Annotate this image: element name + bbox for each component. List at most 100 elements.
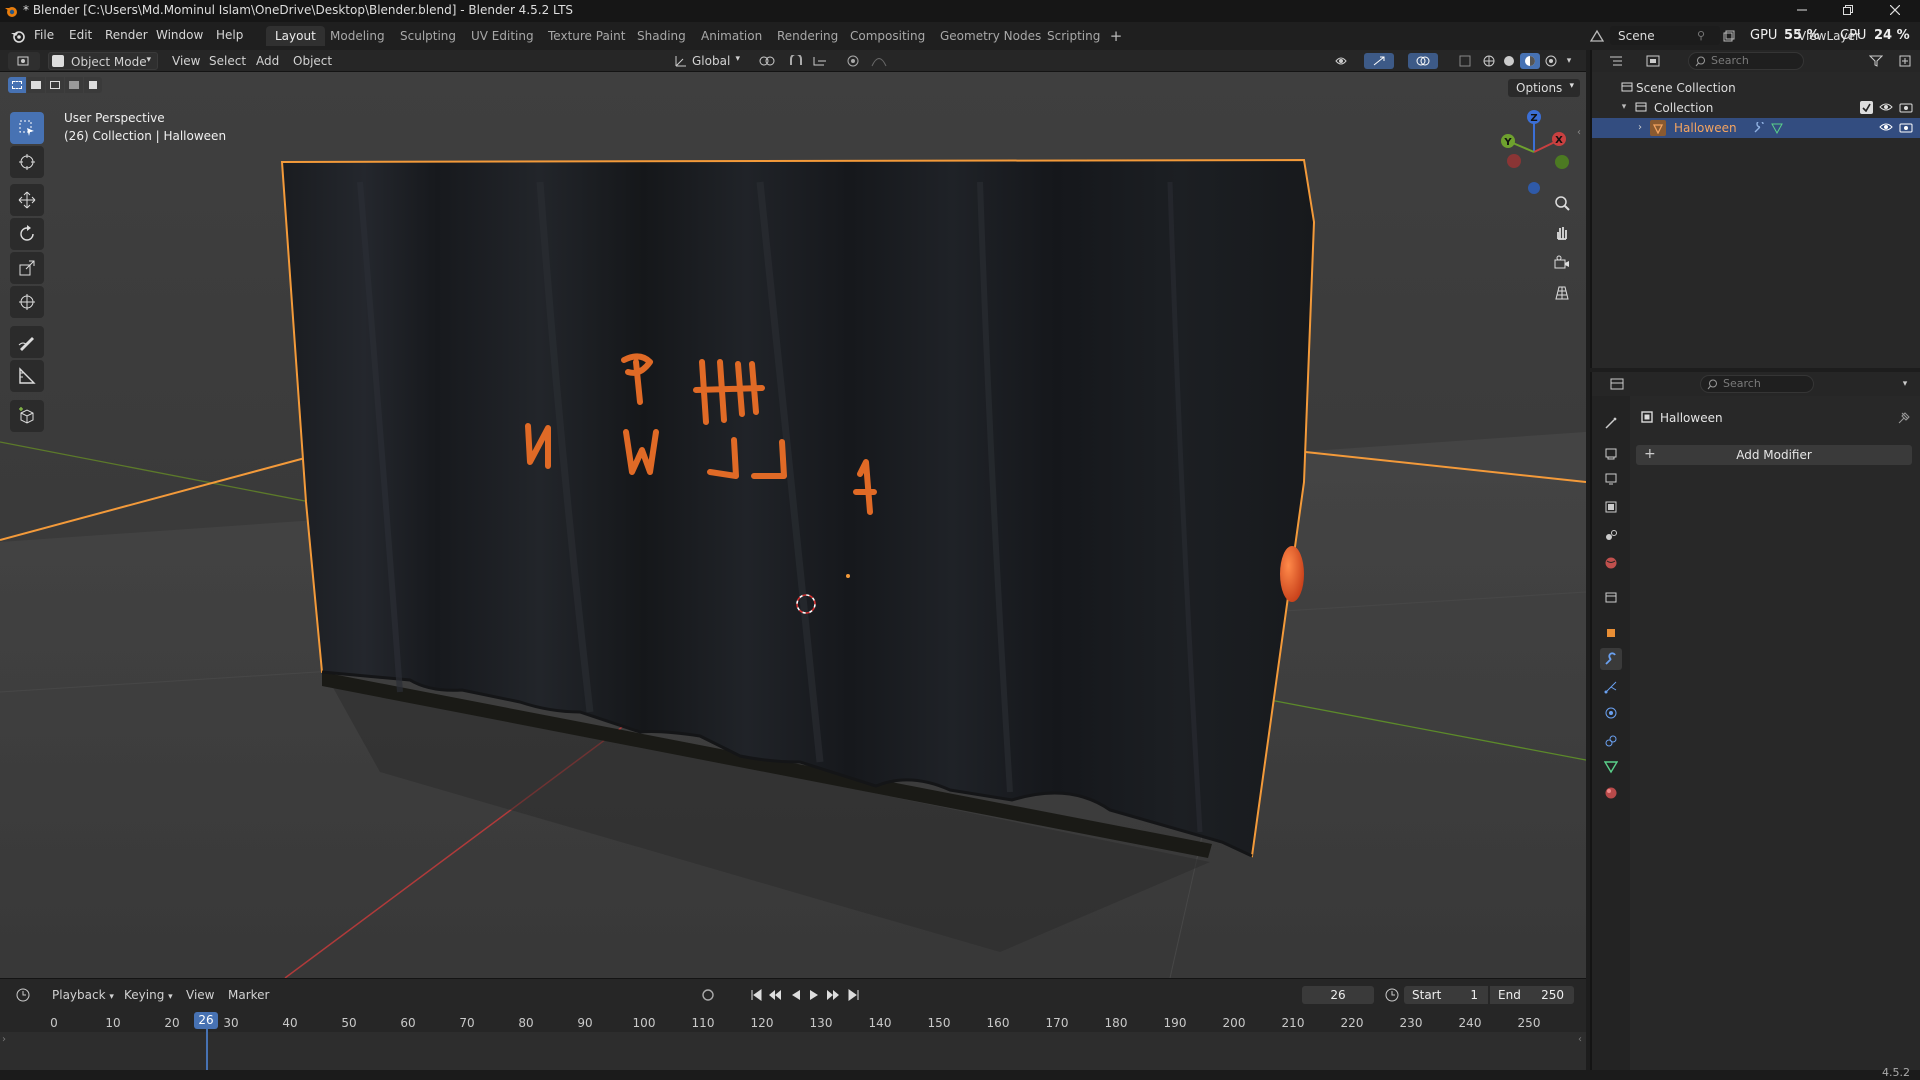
tab-sculpting[interactable]: Sculpting (391, 26, 465, 46)
new-collection-icon[interactable] (1896, 53, 1914, 69)
tab-texture-paint[interactable]: Texture Paint (539, 26, 634, 46)
tab-animation[interactable]: Animation (692, 26, 771, 46)
eye-icon[interactable] (1878, 100, 1894, 114)
preview-range-icon[interactable] (1384, 987, 1400, 1003)
tab-compositing[interactable]: Compositing (841, 26, 934, 46)
minimize-icon[interactable] (1788, 0, 1816, 20)
particles-tab-icon[interactable] (1600, 676, 1622, 698)
modifier-wrench-icon[interactable] (1752, 121, 1766, 135)
start-frame-field[interactable]: Start 1 (1404, 986, 1488, 1004)
menu-marker[interactable]: Marker (222, 986, 275, 1004)
editor-type-icon[interactable] (8, 52, 40, 70)
annotate-tool[interactable] (10, 326, 44, 358)
physics-tab-icon[interactable] (1600, 702, 1622, 724)
timeline-collapse-left-icon[interactable]: › (0, 1032, 8, 1046)
add-workspace-icon[interactable]: + (1108, 27, 1124, 45)
camera-view-icon[interactable] (1549, 250, 1575, 276)
rotate-tool[interactable] (10, 218, 44, 250)
options-dropdown[interactable]: Options ▾ (1508, 79, 1580, 97)
outliner-row-scene-collection[interactable]: Scene Collection (1592, 78, 1920, 98)
pin-icon[interactable]: ⚲ (1694, 28, 1708, 42)
scale-tool[interactable] (10, 252, 44, 284)
world-tab-icon[interactable] (1600, 552, 1622, 574)
proportional-edit-icon[interactable] (844, 53, 862, 69)
timeline-editor-type-icon[interactable] (8, 986, 38, 1004)
overlays-toggle-icon[interactable] (1408, 53, 1438, 69)
timeline-area[interactable]: 0 10 20 30 40 50 60 70 80 90 100 110 120 130 140 150 160… (0, 1010, 1586, 1070)
output-tab-icon[interactable] (1600, 468, 1622, 490)
object-mode-dropdown[interactable]: Object Mode ▾ (48, 52, 158, 70)
add-modifier-button[interactable]: + Add Modifier (1636, 445, 1912, 465)
falloff-icon[interactable] (866, 53, 892, 69)
end-frame-field[interactable]: End 250 (1490, 986, 1574, 1004)
jump-to-end-icon[interactable] (846, 987, 862, 1003)
menu-help[interactable]: Help (216, 28, 243, 42)
transform-tool[interactable] (10, 286, 44, 318)
select-subtract-icon[interactable] (46, 77, 64, 93)
move-tool[interactable] (10, 184, 44, 216)
scene-tab-icon[interactable] (1600, 524, 1622, 546)
timeline-track[interactable] (0, 1032, 1586, 1070)
tab-modeling[interactable]: Modeling (321, 26, 394, 46)
outliner-row-halloween[interactable]: › Halloween (1592, 118, 1920, 138)
select-extend-icon[interactable] (27, 77, 45, 93)
menu-window[interactable]: Window (156, 28, 203, 42)
tab-uv-editing[interactable]: UV Editing (462, 26, 543, 46)
menu-keying[interactable]: Keying ▾ (118, 986, 179, 1004)
3d-viewport[interactable]: User Perspective (26) Collection | Hallo… (0, 72, 1586, 978)
tab-rendering[interactable]: Rendering (768, 26, 847, 46)
add-cube-tool[interactable] (10, 400, 44, 432)
navigation-gizmo[interactable]: Z X Y (1490, 108, 1580, 198)
playhead-frame-badge[interactable]: 26 (194, 1012, 218, 1029)
menu-timeline-view[interactable]: View (180, 986, 220, 1004)
tab-layout[interactable]: Layout (266, 26, 325, 46)
gizmo-toggle-icon[interactable] (1364, 53, 1394, 69)
display-mode-icon[interactable] (1638, 53, 1668, 69)
filter-icon[interactable] (1862, 53, 1890, 69)
select-intersect-icon[interactable] (84, 77, 102, 93)
menu-render[interactable]: Render (105, 28, 148, 42)
measure-tool[interactable] (10, 360, 44, 392)
play-icon[interactable] (806, 987, 822, 1003)
auto-keying-icon[interactable] (700, 987, 716, 1003)
jump-to-start-icon[interactable] (748, 987, 764, 1003)
chevron-down-icon[interactable]: ▾ (1898, 376, 1912, 392)
pivot-point-icon[interactable] (754, 53, 780, 69)
properties-editor-type-icon[interactable] (1602, 376, 1632, 392)
menu-add[interactable]: Add (250, 52, 285, 70)
eye-icon[interactable] (1878, 120, 1894, 134)
exclude-checkbox-icon[interactable] (1860, 101, 1873, 114)
camera-render-icon[interactable] (1898, 120, 1914, 134)
new-scene-icon[interactable] (1720, 27, 1738, 45)
tab-geometry-nodes[interactable]: Geometry Nodes (931, 26, 1050, 46)
constraints-tab-icon[interactable] (1600, 730, 1622, 752)
restore-icon[interactable] (1834, 0, 1862, 20)
outliner-row-collection[interactable]: ▾ Collection (1592, 98, 1920, 118)
menu-view[interactable]: View (166, 52, 206, 70)
sidebar-toggle-icon[interactable]: ‹ (1574, 125, 1584, 139)
current-frame-field[interactable]: 26 (1302, 986, 1374, 1004)
blender-menu-icon[interactable] (8, 27, 28, 45)
jump-to-keyframe-forward-icon[interactable] (824, 987, 842, 1003)
select-new-icon[interactable] (8, 77, 26, 93)
tab-scripting[interactable]: Scripting (1038, 26, 1109, 46)
shading-options-chevron-icon[interactable]: ▾ (1562, 53, 1576, 69)
select-invert-icon[interactable] (65, 77, 83, 93)
rendered-shading-icon[interactable] (1542, 53, 1560, 69)
scene-icon[interactable] (1588, 27, 1606, 45)
menu-select[interactable]: Select (203, 52, 252, 70)
menu-file[interactable]: File (34, 28, 54, 42)
outliner-editor-type-icon[interactable] (1602, 53, 1630, 69)
viewlayer-icon[interactable] (1762, 28, 1780, 44)
object-data-tab-icon[interactable] (1600, 756, 1622, 778)
view-layer-tab-icon[interactable] (1600, 496, 1622, 518)
solid-shading-icon[interactable] (1500, 53, 1518, 69)
mesh-data-icon[interactable] (1770, 121, 1784, 135)
render-tab-icon[interactable] (1600, 442, 1622, 464)
camera-render-icon[interactable] (1898, 100, 1914, 114)
timeline-collapse-right-icon[interactable]: ‹ (1576, 1032, 1584, 1046)
close-icon[interactable] (1880, 0, 1910, 20)
chevron-right-icon[interactable]: › (1634, 120, 1646, 134)
play-reverse-icon[interactable] (788, 987, 804, 1003)
menu-edit[interactable]: Edit (69, 28, 92, 42)
